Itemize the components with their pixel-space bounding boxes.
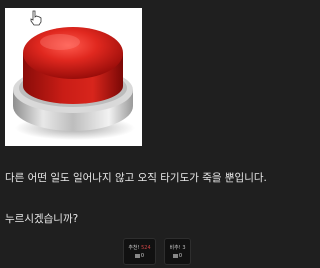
hand-cursor-icon [30,10,42,26]
not-recommend-label-row: 비추! 3 [170,244,186,252]
small-icon [134,253,140,258]
not-recommend-button[interactable]: 비추! 3 0 [164,238,191,265]
small-icon [172,253,178,258]
big-red-button-icon [13,27,135,140]
not-recommend-sub-row: 0 [172,252,183,260]
not-recommend-label: 비추! [169,244,181,251]
post-text-line-1: 다른 어떤 일도 일어나지 않고 오직 타기도가 죽을 뿐입니다. [5,172,267,184]
recommend-sub-count: 0 [140,252,145,259]
vote-bar: 추천! 524 0 비추! 3 0 [123,238,191,265]
post-text-line-2: 누르시겠습니까? [5,213,79,225]
post-image [5,8,142,146]
recommend-sub-row: 0 [134,252,145,260]
recommend-button[interactable]: 추천! 524 0 [123,238,156,265]
recommend-label-row: 추천! 524 [128,244,150,252]
not-recommend-sub-count: 0 [178,252,183,259]
recommend-count: 524 [141,244,151,251]
not-recommend-count: 3 [182,244,186,251]
recommend-label: 추천! [128,244,140,251]
